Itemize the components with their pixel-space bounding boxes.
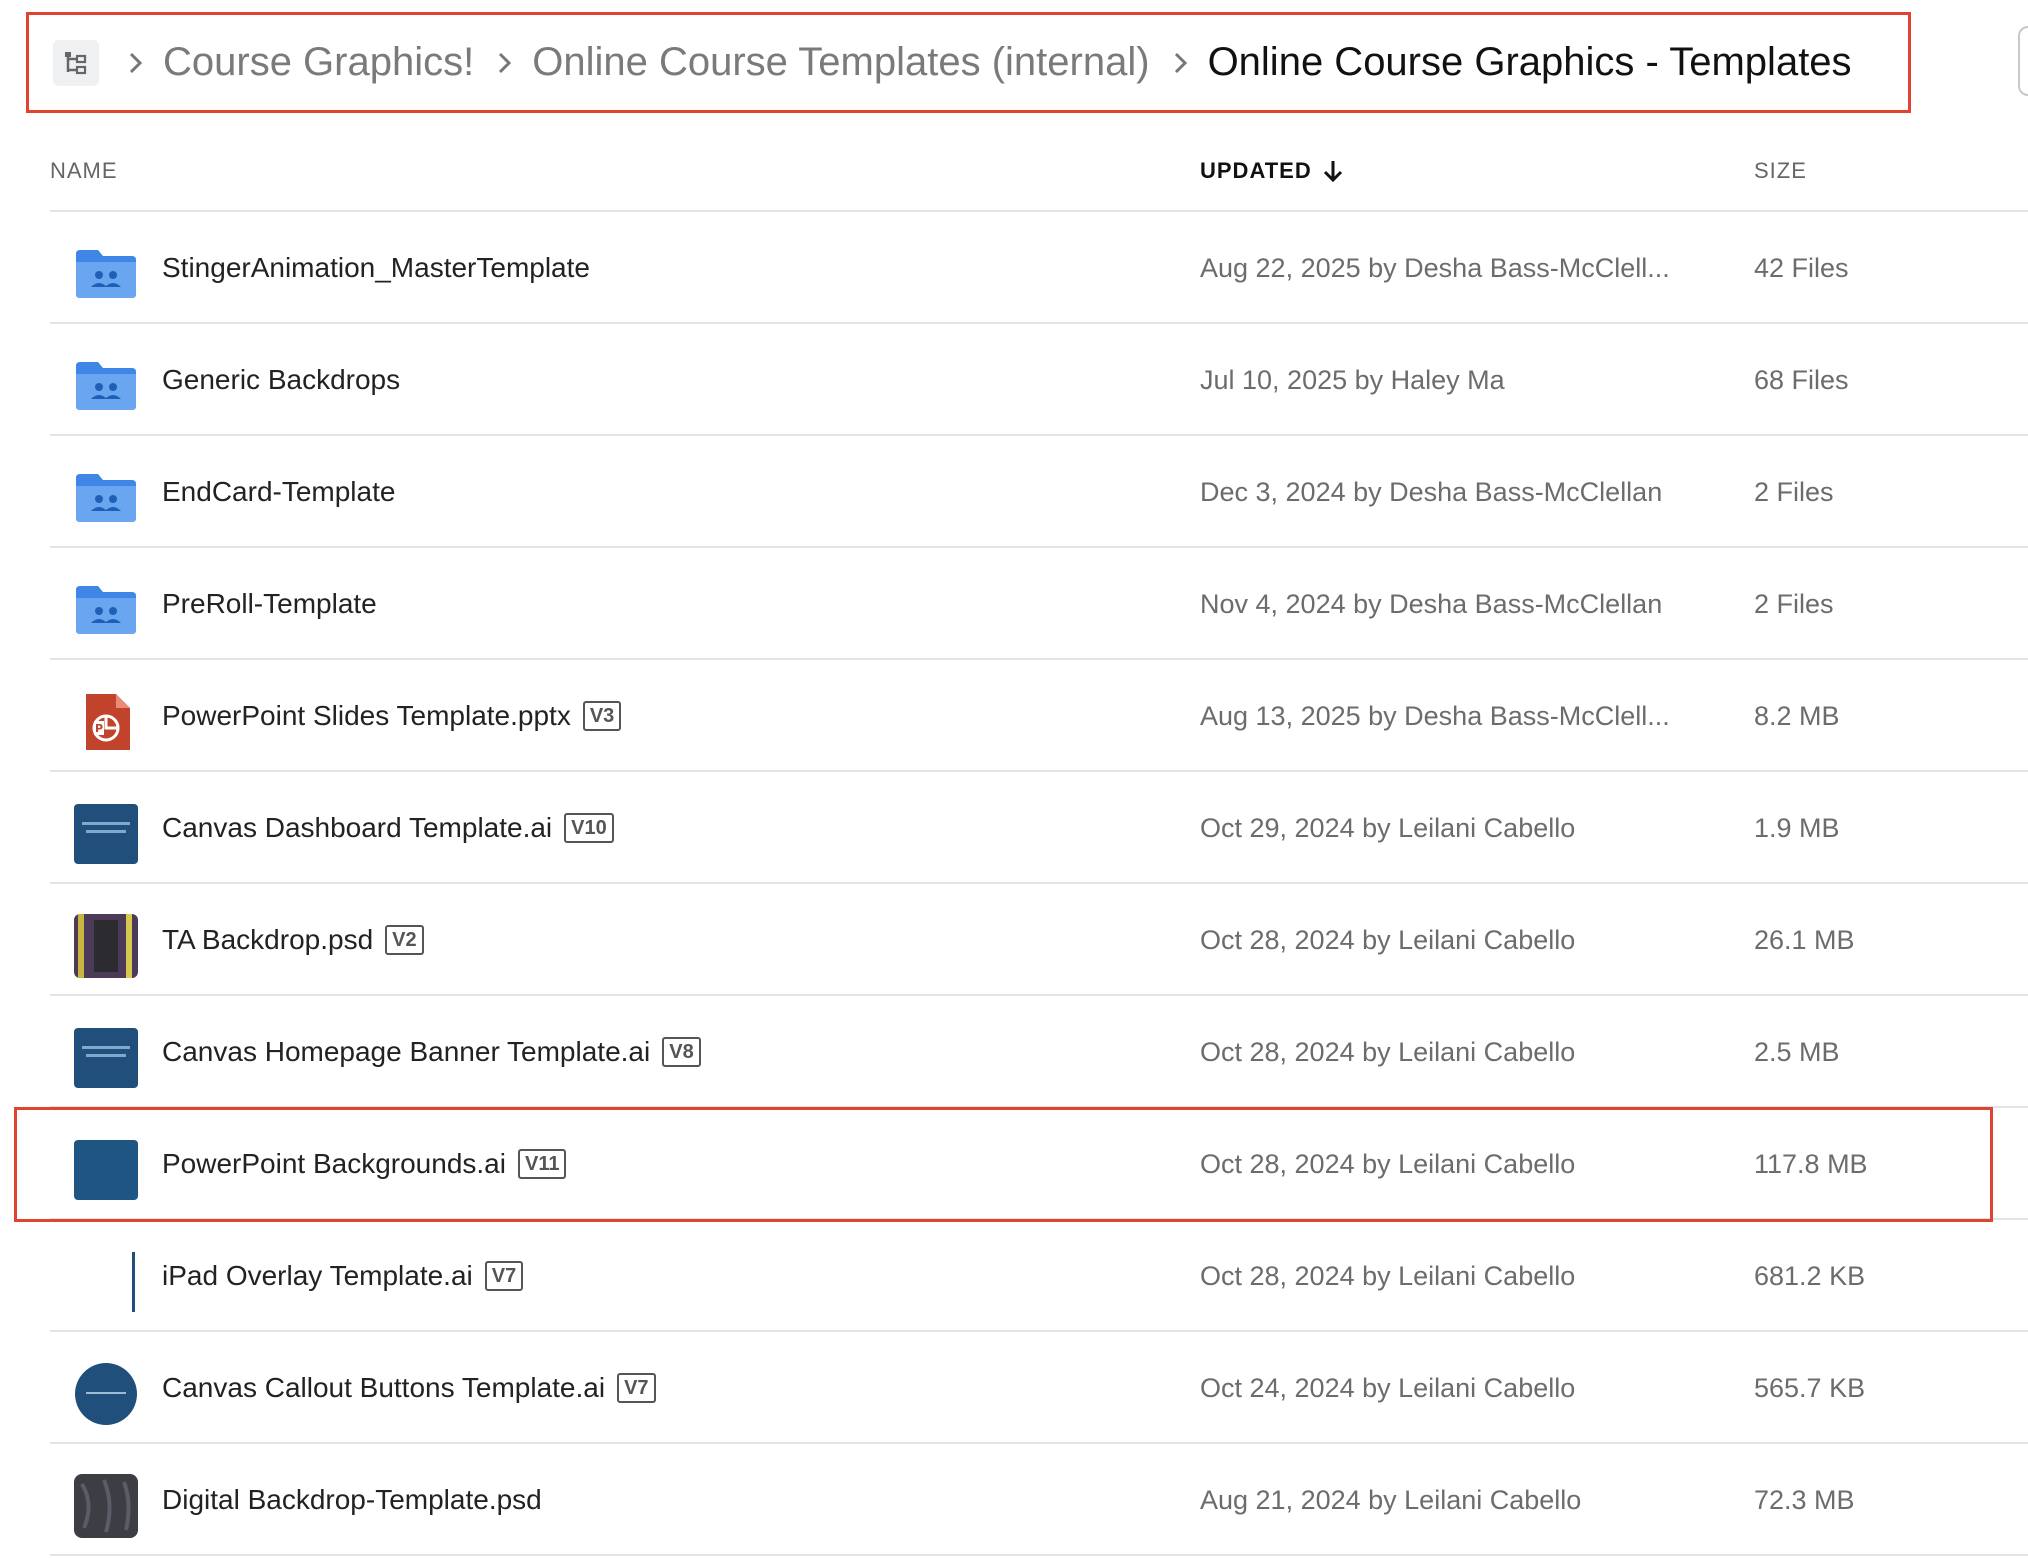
shared-folder-icon bbox=[74, 242, 138, 306]
size-cell: 117.8 MB bbox=[1754, 1148, 1868, 1179]
size-cell: 2.5 MB bbox=[1754, 1036, 1840, 1067]
column-header-updated-label: UPDATED bbox=[1200, 158, 1312, 183]
chevron-right-icon bbox=[499, 52, 512, 73]
file-name[interactable]: Generic Backdrops bbox=[162, 324, 400, 436]
chevron-right-icon bbox=[1174, 52, 1187, 73]
size-cell: 8.2 MB bbox=[1754, 700, 1840, 731]
size-cell: 1.9 MB bbox=[1754, 812, 1840, 843]
shared-folder-icon bbox=[74, 466, 138, 530]
ai-thumbnail-icon bbox=[74, 1362, 138, 1426]
updated-cell: Oct 24, 2024 by Leilani Cabello bbox=[1200, 1372, 1576, 1403]
folder-tree-icon bbox=[65, 51, 87, 74]
size-cell: 68 Files bbox=[1754, 364, 1849, 395]
size-cell: 26.1 MB bbox=[1754, 924, 1855, 955]
version-badge[interactable]: V11 bbox=[517, 1149, 567, 1179]
file-name[interactable]: Canvas Callout Buttons Template.ai V7 bbox=[162, 1332, 656, 1444]
ai-thumbnail-icon bbox=[74, 1250, 138, 1314]
psd-thumbnail-icon bbox=[74, 914, 138, 978]
svg-text:P: P bbox=[95, 722, 103, 735]
shared-folder-icon bbox=[74, 578, 138, 642]
file-name[interactable]: TA Backdrop.psd V2 bbox=[162, 884, 424, 996]
breadcrumb-link-course-graphics[interactable]: Course Graphics! bbox=[163, 40, 474, 85]
file-name[interactable]: EndCard-Template bbox=[162, 436, 395, 548]
table-row[interactable]: Canvas Callout Buttons Template.ai V7 Oct … bbox=[0, 1332, 2028, 1444]
version-badge[interactable]: V8 bbox=[662, 1037, 701, 1067]
size-cell: 565.7 KB bbox=[1754, 1372, 1866, 1403]
updated-cell: Oct 28, 2024 by Leilani Cabello bbox=[1200, 924, 1576, 955]
powerpoint-file-icon: P bbox=[74, 690, 138, 754]
psd-thumbnail-icon bbox=[74, 1474, 138, 1538]
file-name-text: Canvas Callout Buttons Template.ai bbox=[162, 1372, 606, 1403]
file-name[interactable]: Canvas Dashboard Template.ai V10 bbox=[162, 772, 614, 884]
table-row[interactable]: Generic Backdrops Jul 10, 2025 by Haley M… bbox=[0, 324, 2028, 436]
column-header-name[interactable]: NAME bbox=[50, 158, 118, 184]
column-header-updated[interactable]: UPDATED bbox=[1200, 158, 1346, 184]
toolbar-button-partial[interactable] bbox=[2018, 26, 2028, 96]
file-name[interactable]: Canvas Homepage Banner Template.ai V8 bbox=[162, 996, 701, 1108]
table-row[interactable]: Canvas Dashboard Template.ai V10 Oct 29, 2… bbox=[0, 772, 2028, 884]
updated-cell: Aug 21, 2024 by Leilani Cabello bbox=[1200, 1484, 1582, 1515]
folder-tree-button[interactable] bbox=[53, 39, 99, 86]
sort-descending-icon bbox=[1323, 161, 1342, 183]
file-name-text: PreRoll-Template bbox=[162, 588, 377, 619]
breadcrumb-current-folder: Online Course Graphics - Templates bbox=[1207, 40, 1852, 84]
version-badge[interactable]: V7 bbox=[617, 1373, 656, 1403]
table-row[interactable]: EndCard-Template Dec 3, 2024 by Desha Bas… bbox=[0, 436, 2028, 548]
version-badge[interactable]: V3 bbox=[582, 701, 622, 731]
ai-thumbnail-icon bbox=[74, 1138, 138, 1202]
updated-cell: Dec 3, 2024 by Desha Bass-McClellan bbox=[1200, 476, 1663, 507]
file-name-text: Digital Backdrop-Template.psd bbox=[162, 1484, 542, 1515]
updated-cell: Aug 22, 2025 by Desha Bass-McClell... bbox=[1200, 252, 1670, 283]
table-row[interactable]: Digital Backdrop-Template.psd Aug 21, 202… bbox=[0, 1444, 2028, 1556]
file-name-text: EndCard-Template bbox=[162, 476, 396, 507]
size-cell: 72.3 MB bbox=[1754, 1484, 1855, 1515]
chevron-right-icon bbox=[129, 52, 143, 73]
updated-cell: Oct 28, 2024 by Leilani Cabello bbox=[1200, 1148, 1576, 1179]
table-row[interactable]: PowerPoint Backgrounds.ai V11 Oct 28, 2024… bbox=[0, 1108, 2028, 1220]
version-badge[interactable]: V10 bbox=[564, 813, 614, 843]
table-row[interactable]: PreRoll-Template Nov 4, 2024 by Desha Bas… bbox=[0, 548, 2028, 660]
file-name-text: iPad Overlay Template.ai bbox=[162, 1260, 473, 1291]
file-name[interactable]: PowerPoint Slides Template.pptx V3 bbox=[162, 660, 622, 772]
version-badge[interactable]: V2 bbox=[385, 925, 424, 955]
file-name-text: PowerPoint Slides Template.pptx bbox=[162, 700, 571, 731]
file-name[interactable]: StingerAnimation_MasterTemplate bbox=[162, 212, 590, 324]
table-row[interactable]: Canvas Homepage Banner Template.ai V8 Oct … bbox=[0, 996, 2028, 1108]
column-header-size[interactable]: SIZE bbox=[1754, 158, 1807, 184]
ai-thumbnail-icon bbox=[74, 1026, 138, 1090]
file-name-text: Generic Backdrops bbox=[162, 364, 401, 395]
file-name[interactable]: PreRoll-Template bbox=[162, 548, 377, 660]
table-row[interactable]: iPad Overlay Template.ai V7 Oct 28, 2024 b… bbox=[0, 1220, 2028, 1332]
table-header: NAME UPDATED SIZE bbox=[0, 150, 2028, 210]
breadcrumb: Course Graphics! Online Course Templates… bbox=[26, 12, 1911, 113]
row-divider bbox=[50, 1554, 2028, 1556]
version-badge[interactable]: V7 bbox=[484, 1261, 524, 1291]
shared-folder-icon bbox=[74, 354, 138, 418]
file-name[interactable]: Digital Backdrop-Template.psd bbox=[162, 1444, 542, 1556]
file-name[interactable]: PowerPoint Backgrounds.ai V11 bbox=[162, 1108, 567, 1220]
file-name-text: PowerPoint Backgrounds.ai bbox=[162, 1148, 506, 1179]
file-name-text: Canvas Dashboard Template.ai bbox=[162, 812, 553, 843]
table-row[interactable]: StingerAnimation_MasterTemplate Aug 22, 2… bbox=[0, 212, 2028, 324]
size-cell: 2 Files bbox=[1754, 588, 1834, 619]
updated-cell: Oct 28, 2024 by Leilani Cabello bbox=[1200, 1036, 1576, 1067]
table-row[interactable]: P PowerPoint Slides Template.pptx V3 Aug 13… bbox=[0, 660, 2028, 772]
file-name-text: Canvas Homepage Banner Template.ai bbox=[162, 1036, 651, 1067]
updated-cell: Oct 28, 2024 by Leilani Cabello bbox=[1200, 1260, 1576, 1291]
size-cell: 681.2 KB bbox=[1754, 1260, 1866, 1291]
file-name[interactable]: iPad Overlay Template.ai V7 bbox=[162, 1220, 524, 1332]
size-cell: 42 Files bbox=[1754, 252, 1849, 283]
table-row[interactable]: TA Backdrop.psd V2 Oct 28, 2024 by Leilani… bbox=[0, 884, 2028, 996]
file-name-text: StingerAnimation_MasterTemplate bbox=[162, 252, 590, 283]
file-name-text: TA Backdrop.psd bbox=[162, 924, 374, 955]
ai-thumbnail-icon bbox=[74, 802, 138, 866]
updated-cell: Jul 10, 2025 by Haley Ma bbox=[1200, 364, 1505, 395]
size-cell: 2 Files bbox=[1754, 476, 1834, 507]
updated-cell: Oct 29, 2024 by Leilani Cabello bbox=[1200, 812, 1576, 843]
updated-cell: Nov 4, 2024 by Desha Bass-McClellan bbox=[1200, 588, 1663, 619]
updated-cell: Aug 13, 2025 by Desha Bass-McClell... bbox=[1200, 700, 1670, 731]
breadcrumb-link-online-course-templates[interactable]: Online Course Templates (internal) bbox=[532, 40, 1149, 85]
